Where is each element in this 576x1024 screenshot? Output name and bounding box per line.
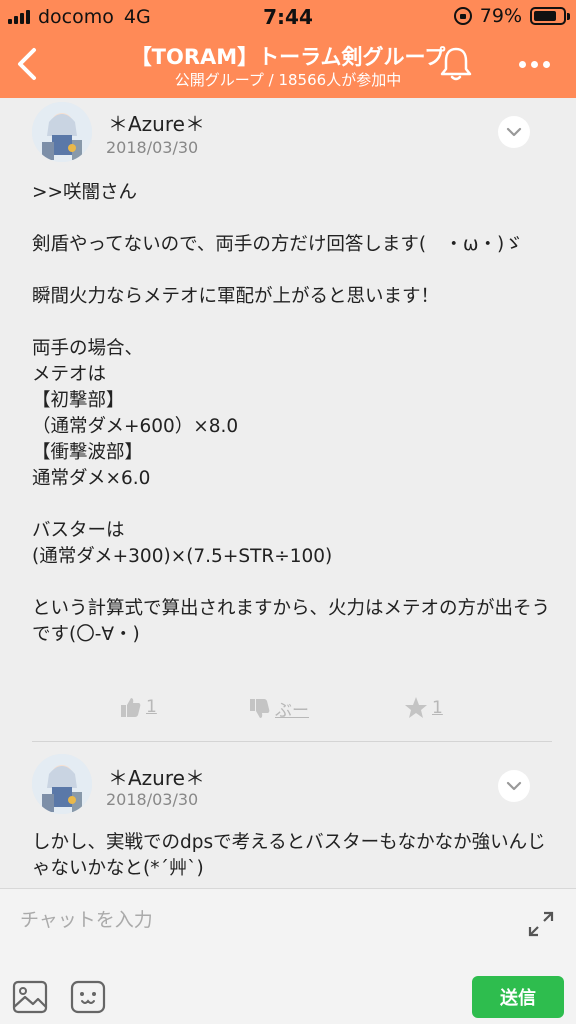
star-button[interactable]: 1 [404, 696, 443, 720]
status-bar: docomo 4G 7:44 79% [0, 0, 576, 32]
notification-button[interactable] [436, 44, 476, 84]
thumbs-down-icon [250, 698, 270, 718]
thumbs-up-icon [121, 698, 141, 717]
more-options-button[interactable] [512, 50, 556, 78]
chevron-down-icon [506, 127, 522, 137]
star-count: 1 [432, 698, 443, 718]
avatar[interactable] [32, 754, 92, 814]
send-button[interactable]: 送信 [472, 976, 564, 1018]
post-menu-button[interactable] [498, 116, 530, 148]
attach-image-button[interactable] [12, 980, 48, 1014]
star-icon [405, 697, 427, 718]
boo-button[interactable]: ぶー [249, 696, 309, 721]
battery-icon [530, 7, 570, 25]
status-right: 79% [453, 5, 570, 27]
post-date: 2018/03/30 [106, 790, 199, 809]
expand-icon [528, 911, 554, 937]
post-body: >>咲闇さん 剣盾やってないので、両手の方だけ回答します( ・ω・)ゞ 瞬間火力… [32, 182, 551, 645]
post-date: 2018/03/30 [106, 138, 199, 157]
post-author: ＊Azure＊ [108, 766, 205, 790]
sticker-button[interactable] [70, 980, 106, 1014]
chat-input[interactable] [20, 903, 500, 937]
like-button[interactable]: 1 [120, 696, 157, 718]
more-dots-icon [518, 60, 526, 68]
group-header: 【TORAM】トーラム剣グループ 公開グループ / 18566人が参加中 [0, 32, 576, 98]
post-actions: 1 ぶー 1 [0, 696, 576, 726]
emoji-icon [70, 980, 106, 1014]
chat-composer: 送信 [0, 888, 576, 1024]
orientation-lock-icon [453, 7, 472, 25]
avatar[interactable] [32, 102, 92, 162]
chevron-down-icon [506, 781, 522, 791]
post-divider [32, 741, 552, 742]
like-count: 1 [146, 697, 157, 717]
post-menu-button[interactable] [498, 770, 530, 802]
post-body: しかし、実戦でのdpsで考えるとバスターもなかなか強いんじゃないかなと(*´艸`… [32, 832, 546, 879]
expand-input-button[interactable] [526, 909, 556, 939]
battery-fill [534, 11, 557, 21]
bell-icon [440, 47, 472, 81]
boo-label: ぶー [275, 701, 309, 721]
image-icon [12, 980, 48, 1014]
group-subtitle: 公開グループ / 18566人が参加中 [174, 71, 402, 89]
battery-percent: 79% [479, 5, 522, 27]
post-author: ＊Azure＊ [108, 112, 205, 136]
group-title: 【TORAM】トーラム剣グループ [130, 45, 446, 69]
